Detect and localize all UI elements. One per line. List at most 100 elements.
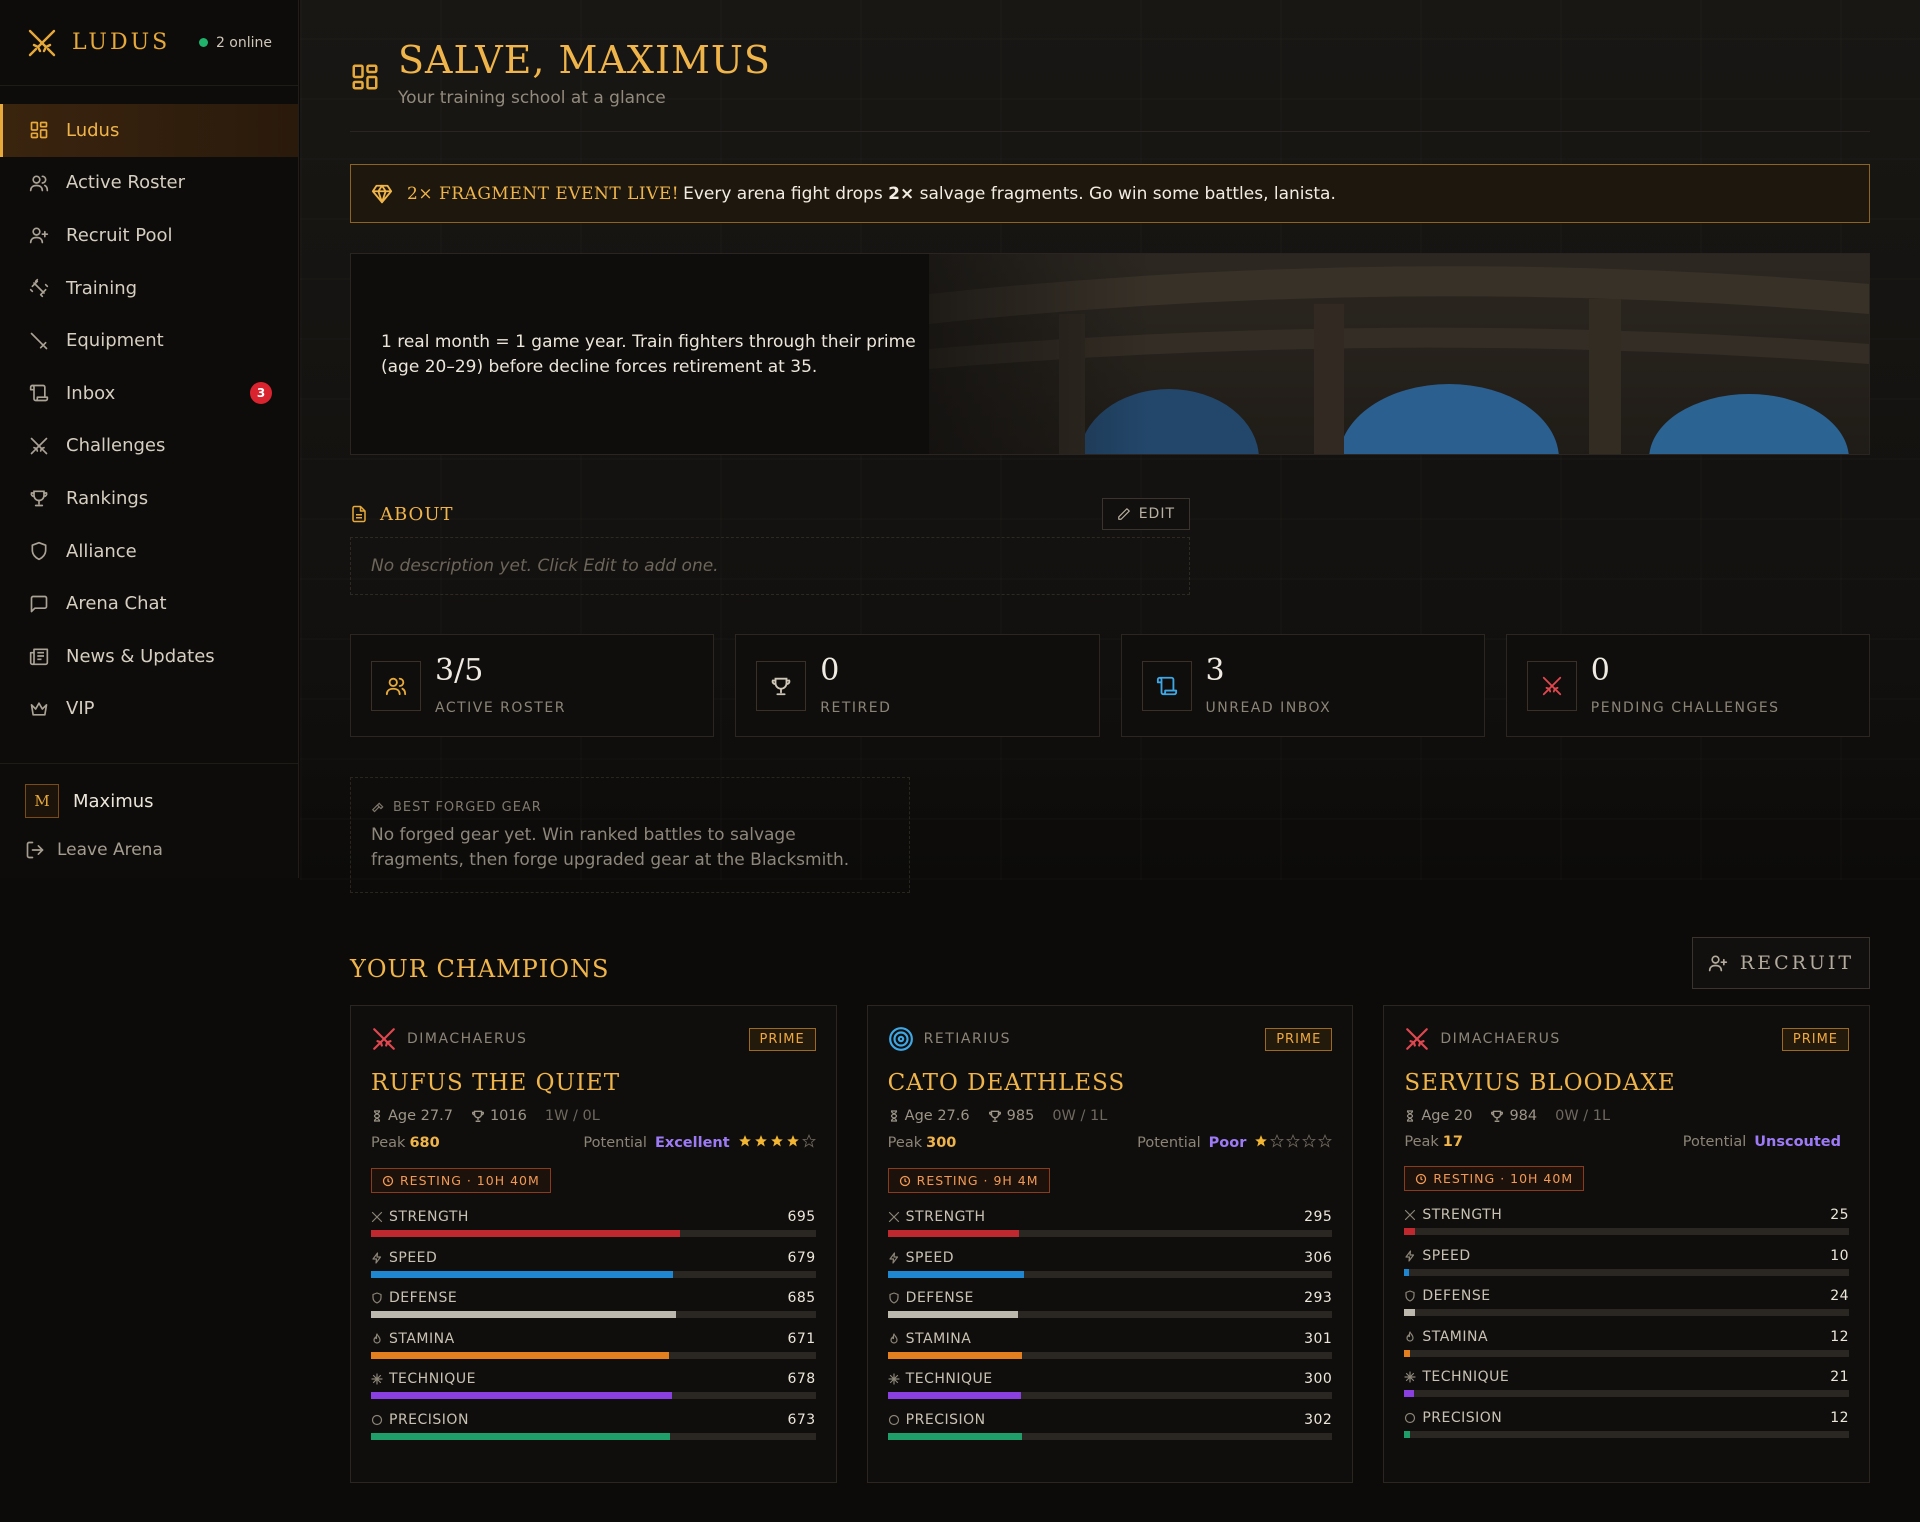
stat-value: 301 xyxy=(1304,1330,1333,1347)
sidebar-item-vip[interactable]: VIP xyxy=(0,683,298,736)
header-divider xyxy=(350,131,1870,132)
star-filled-icon xyxy=(1254,1134,1268,1152)
sidebar-item-alliance[interactable]: Alliance xyxy=(0,525,298,578)
stat-label: ACTIVE ROSTER xyxy=(435,699,566,716)
champion-card[interactable]: DIMACHAERUS PRIME SERVIUS BLOODAXE Age 20 98… xyxy=(1383,1005,1871,1483)
about-description[interactable]: No description yet. Click Edit to add on… xyxy=(350,537,1190,595)
champion-name[interactable]: SERVIUS BLOODAXE xyxy=(1404,1070,1849,1096)
stat-name: PRECISION xyxy=(1422,1409,1503,1426)
leave-arena-button[interactable]: Leave Arena xyxy=(25,840,273,860)
stat-row-technique: TECHNIQUE 678 xyxy=(371,1371,816,1412)
star-filled-icon xyxy=(754,1134,768,1152)
stat-name: SPEED xyxy=(389,1249,438,1266)
stat-label-row: DEFENSE 293 xyxy=(888,1290,1333,1306)
flame-icon xyxy=(888,1333,906,1345)
stat-value: 25 xyxy=(1830,1207,1850,1223)
stat-row-defense: DEFENSE 685 xyxy=(371,1290,816,1331)
forged-header: BEST FORGED GEAR xyxy=(371,800,889,815)
sidebar-item-label: Arena Chat xyxy=(66,593,167,615)
sidebar-item-training[interactable]: Training xyxy=(0,262,298,315)
stat-name: TECHNIQUE xyxy=(905,1371,993,1388)
stat-bar-fill xyxy=(371,1311,676,1319)
peak-potential-row: Peak 17 Potential Unscouted xyxy=(1404,1134,1849,1150)
potential-label: Potential xyxy=(1137,1135,1201,1151)
forged-title: BEST FORGED GEAR xyxy=(393,800,542,815)
stat-bar-fill xyxy=(887,1230,1019,1237)
trophy-icon xyxy=(471,1110,484,1122)
stat-bar-fill xyxy=(371,1432,671,1440)
trophy-icon xyxy=(756,660,807,711)
stat-bar-fill xyxy=(887,1351,1022,1359)
leave-arena-label: Leave Arena xyxy=(57,840,163,860)
stat-bar xyxy=(371,1351,816,1359)
stat-value: 695 xyxy=(787,1209,816,1225)
gem-icon xyxy=(371,184,393,203)
stat-name: PRECISION xyxy=(905,1411,986,1428)
stat-bar xyxy=(1404,1430,1850,1438)
sidebar-item-ludus[interactable]: Ludus xyxy=(0,104,298,157)
edit-about-button[interactable]: EDIT xyxy=(1101,498,1190,530)
stat-name: TECHNIQUE xyxy=(1422,1369,1510,1386)
peak-value: 680 xyxy=(409,1135,440,1151)
sidebar-item-arena-chat[interactable]: Arena Chat xyxy=(0,577,298,630)
stat-name: STAMINA xyxy=(905,1330,972,1347)
user-plus-icon xyxy=(1708,955,1728,972)
sidebar-item-equipment[interactable]: Equipment xyxy=(0,314,298,367)
logout-icon xyxy=(26,841,44,859)
stat-value: 3/5 xyxy=(435,652,484,688)
dumbbell-icon xyxy=(28,277,50,299)
stat-name: DEFENSE xyxy=(1422,1288,1491,1305)
rating: 1016 xyxy=(471,1108,527,1124)
stat-text: 3 UNREAD INBOX xyxy=(1206,655,1332,716)
stats-row: 3/5 ACTIVE ROSTER 0 RETIRED 3 UNREAD INBOX 0 PE… xyxy=(350,634,1870,737)
clock-icon xyxy=(1416,1173,1427,1184)
recruit-button[interactable]: RECRUIT xyxy=(1692,937,1870,989)
age: Age 20 xyxy=(1404,1108,1472,1124)
stat-name: SPEED xyxy=(905,1249,954,1266)
sidebar-item-inbox[interactable]: Inbox 3 xyxy=(0,367,298,420)
stat-card[interactable]: 3/5 ACTIVE ROSTER xyxy=(350,634,715,737)
champion-name[interactable]: RUFUS THE QUIET xyxy=(371,1070,816,1096)
stat-label-row: STAMINA 12 xyxy=(1404,1329,1849,1345)
champion-cards: DIMACHAERUS PRIME RUFUS THE QUIET Age 27.7 1… xyxy=(350,1005,1871,1483)
potential-label: Potential xyxy=(1682,1134,1747,1150)
champion-card[interactable]: DIMACHAERUS PRIME RUFUS THE QUIET Age 27.7 1… xyxy=(350,1005,837,1483)
crossed-swords-logo-icon xyxy=(28,29,56,56)
flame-icon xyxy=(371,1333,389,1345)
shield-icon xyxy=(1404,1290,1422,1302)
user-row[interactable]: M Maximus xyxy=(25,784,273,818)
prime-badge: PRIME xyxy=(748,1027,816,1051)
champion-card[interactable]: RETIARIUS PRIME CATO DEATHLESS Age 27.6 985 0… xyxy=(866,1005,1354,1483)
stat-card[interactable]: 0 RETIRED xyxy=(735,634,1100,737)
champion-name[interactable]: CATO DEATHLESS xyxy=(888,1070,1333,1096)
sidebar-item-news-updates[interactable]: News & Updates xyxy=(0,630,298,683)
stat-card[interactable]: 3 UNREAD INBOX xyxy=(1120,634,1485,737)
stat-row-stamina: STAMINA 671 xyxy=(371,1331,816,1372)
sidebar-item-label: Ludus xyxy=(66,119,120,141)
stat-bar xyxy=(1404,1228,1850,1235)
potential-value: Excellent xyxy=(654,1135,730,1151)
page-header: SALVE, MAXIMUS Your training school at a… xyxy=(350,38,771,108)
stat-bar-fill xyxy=(371,1230,681,1237)
stat-value: 673 xyxy=(787,1411,816,1428)
user-panel: M Maximus Leave Arena xyxy=(0,763,298,860)
stat-row-defense: DEFENSE 24 xyxy=(1404,1288,1850,1329)
chat-icon xyxy=(28,593,50,615)
age: Age 27.6 xyxy=(888,1108,970,1124)
stat-row-speed: SPEED 10 xyxy=(1404,1248,1850,1289)
stat-bar xyxy=(371,1311,816,1319)
stat-card[interactable]: 0 PENDING CHALLENGES xyxy=(1505,634,1870,737)
crossed-swords-icon xyxy=(371,1026,397,1052)
potential-stars xyxy=(1254,1134,1333,1152)
star-empty-icon xyxy=(1270,1134,1285,1152)
sidebar-item-label: Training xyxy=(66,277,138,299)
sidebar-item-challenges[interactable]: Challenges xyxy=(0,420,298,473)
event-tag: 2× FRAGMENT EVENT LIVE! xyxy=(407,183,680,204)
sidebar-item-rankings[interactable]: Rankings xyxy=(0,472,298,525)
sparkle-icon xyxy=(371,1373,389,1385)
page-subtitle: Your training school at a glance xyxy=(398,88,666,108)
flame-icon xyxy=(1404,1331,1422,1343)
sword-icon xyxy=(28,330,50,352)
sidebar-item-recruit-pool[interactable]: Recruit Pool xyxy=(0,209,298,262)
sidebar-item-active-roster[interactable]: Active Roster xyxy=(0,157,298,210)
